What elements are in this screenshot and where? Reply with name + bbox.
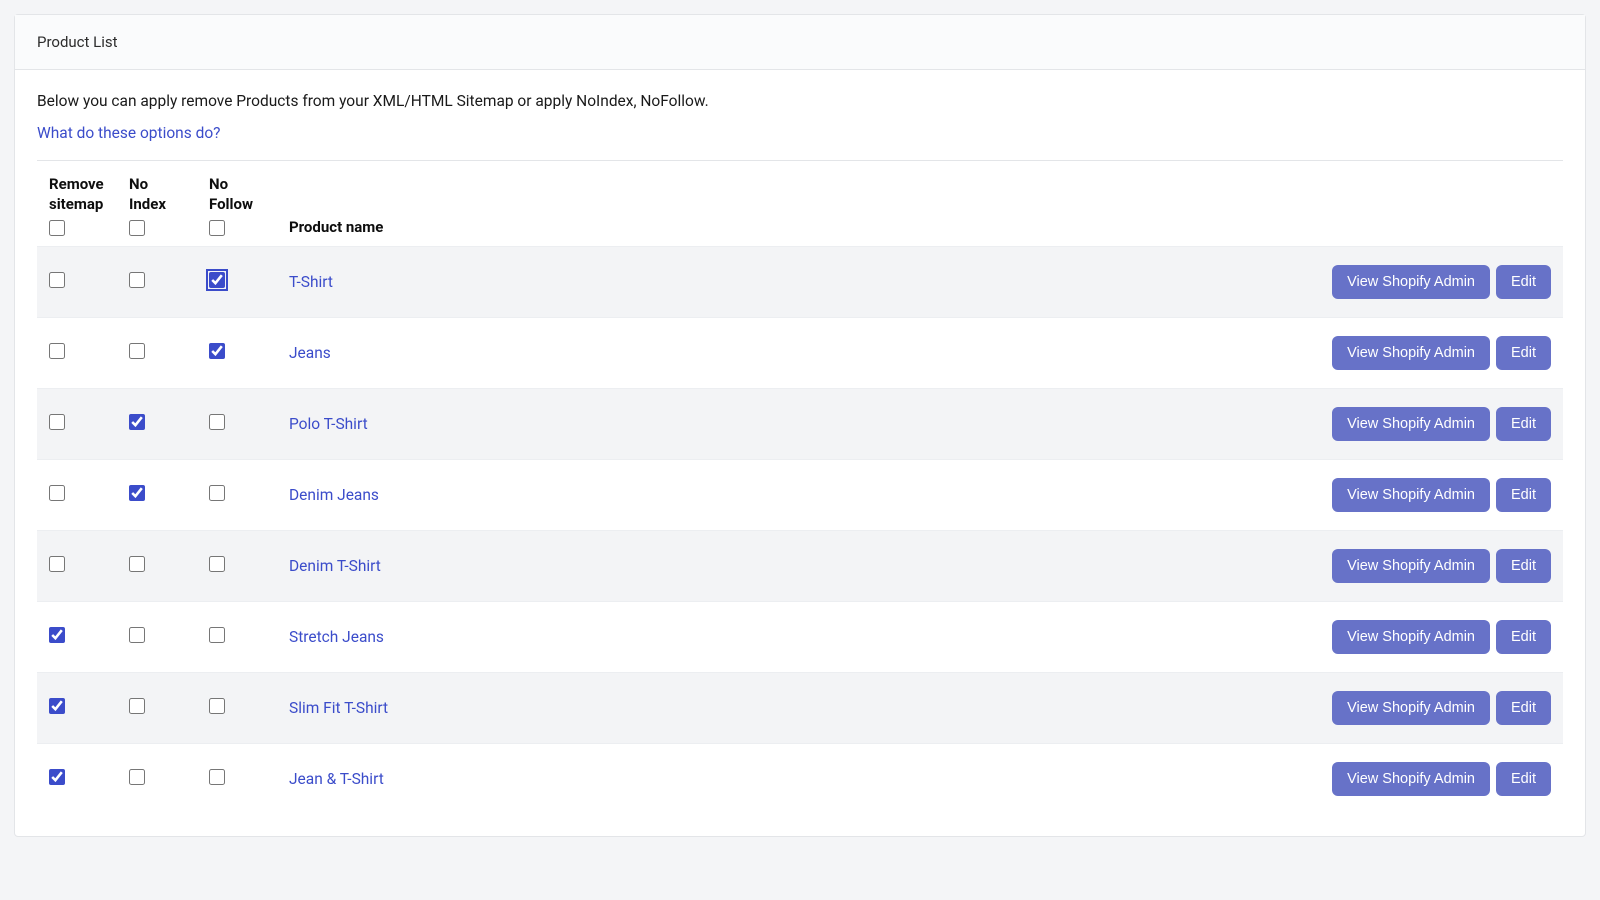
edit-button[interactable]: Edit	[1496, 620, 1551, 654]
no-index-checkbox[interactable]	[129, 272, 145, 288]
table-row: Jeans View Shopify AdminEdit	[37, 318, 1563, 389]
edit-button[interactable]: Edit	[1496, 691, 1551, 725]
table-row: Denim Jeans View Shopify AdminEdit	[37, 460, 1563, 531]
table-header-row: Remove sitemap No Index	[37, 161, 1563, 247]
table-wrapper: Remove sitemap No Index	[37, 160, 1563, 814]
product-name-link[interactable]: Stretch Jeans	[289, 628, 384, 646]
no-follow-checkbox[interactable]	[209, 698, 225, 714]
product-list-panel: Product List Below you can apply remove …	[14, 14, 1586, 837]
table-row: Stretch Jeans View Shopify AdminEdit	[37, 602, 1563, 673]
no-index-checkbox[interactable]	[129, 343, 145, 359]
view-shopify-admin-button[interactable]: View Shopify Admin	[1332, 478, 1490, 512]
remove-sitemap-checkbox[interactable]	[49, 627, 65, 643]
view-shopify-admin-button[interactable]: View Shopify Admin	[1332, 336, 1490, 370]
no-index-checkbox[interactable]	[129, 556, 145, 572]
product-name-link[interactable]: Jeans	[289, 344, 331, 362]
header-remove-sitemap: Remove sitemap	[37, 161, 117, 247]
remove-sitemap-checkbox[interactable]	[49, 556, 65, 572]
help-link[interactable]: What do these options do?	[37, 124, 221, 142]
header-remove-sitemap-checkbox[interactable]	[49, 220, 65, 236]
table-row: Jean & T-Shirt View Shopify AdminEdit	[37, 744, 1563, 815]
no-follow-checkbox[interactable]	[209, 414, 225, 430]
edit-button[interactable]: Edit	[1496, 265, 1551, 299]
product-name-link[interactable]: Jean & T-Shirt	[289, 770, 384, 788]
header-no-follow-label: No Follow	[209, 175, 265, 214]
edit-button[interactable]: Edit	[1496, 478, 1551, 512]
view-shopify-admin-button[interactable]: View Shopify Admin	[1332, 549, 1490, 583]
product-name-link[interactable]: T-Shirt	[289, 273, 333, 291]
table-row: Denim T-Shirt View Shopify AdminEdit	[37, 531, 1563, 602]
panel-title: Product List	[15, 15, 1585, 70]
header-no-follow-checkbox[interactable]	[209, 220, 225, 236]
no-follow-checkbox[interactable]	[209, 485, 225, 501]
view-shopify-admin-button[interactable]: View Shopify Admin	[1332, 620, 1490, 654]
product-table: Remove sitemap No Index	[37, 161, 1563, 814]
table-row: Polo T-Shirt View Shopify AdminEdit	[37, 389, 1563, 460]
remove-sitemap-checkbox[interactable]	[49, 769, 65, 785]
header-remove-sitemap-label: Remove sitemap	[49, 175, 105, 214]
view-shopify-admin-button[interactable]: View Shopify Admin	[1332, 265, 1490, 299]
table-row: T-Shirt View Shopify AdminEdit	[37, 247, 1563, 318]
no-follow-checkbox[interactable]	[209, 627, 225, 643]
header-no-index-label: No Index	[129, 175, 185, 214]
table-row: Slim Fit T-Shirt View Shopify AdminEdit	[37, 673, 1563, 744]
view-shopify-admin-button[interactable]: View Shopify Admin	[1332, 407, 1490, 441]
edit-button[interactable]: Edit	[1496, 407, 1551, 441]
header-product-name: Product name	[277, 161, 703, 247]
view-shopify-admin-button[interactable]: View Shopify Admin	[1332, 691, 1490, 725]
header-no-follow: No Follow	[197, 161, 277, 247]
product-name-link[interactable]: Slim Fit T-Shirt	[289, 699, 388, 717]
edit-button[interactable]: Edit	[1496, 336, 1551, 370]
no-follow-checkbox[interactable]	[209, 556, 225, 572]
no-index-checkbox[interactable]	[129, 627, 145, 643]
header-no-index: No Index	[117, 161, 197, 247]
remove-sitemap-checkbox[interactable]	[49, 343, 65, 359]
no-follow-checkbox[interactable]	[209, 272, 225, 288]
no-follow-checkbox[interactable]	[209, 769, 225, 785]
product-name-link[interactable]: Polo T-Shirt	[289, 415, 368, 433]
no-follow-checkbox[interactable]	[209, 343, 225, 359]
no-index-checkbox[interactable]	[129, 769, 145, 785]
header-actions	[703, 161, 1563, 247]
edit-button[interactable]: Edit	[1496, 762, 1551, 796]
view-shopify-admin-button[interactable]: View Shopify Admin	[1332, 762, 1490, 796]
remove-sitemap-checkbox[interactable]	[49, 698, 65, 714]
edit-button[interactable]: Edit	[1496, 549, 1551, 583]
panel-body: Below you can apply remove Products from…	[15, 70, 1585, 836]
remove-sitemap-checkbox[interactable]	[49, 485, 65, 501]
header-no-index-checkbox[interactable]	[129, 220, 145, 236]
no-index-checkbox[interactable]	[129, 485, 145, 501]
remove-sitemap-checkbox[interactable]	[49, 414, 65, 430]
remove-sitemap-checkbox[interactable]	[49, 272, 65, 288]
product-name-link[interactable]: Denim T-Shirt	[289, 557, 381, 575]
no-index-checkbox[interactable]	[129, 414, 145, 430]
no-index-checkbox[interactable]	[129, 698, 145, 714]
intro-text: Below you can apply remove Products from…	[37, 92, 1563, 110]
product-name-link[interactable]: Denim Jeans	[289, 486, 379, 504]
